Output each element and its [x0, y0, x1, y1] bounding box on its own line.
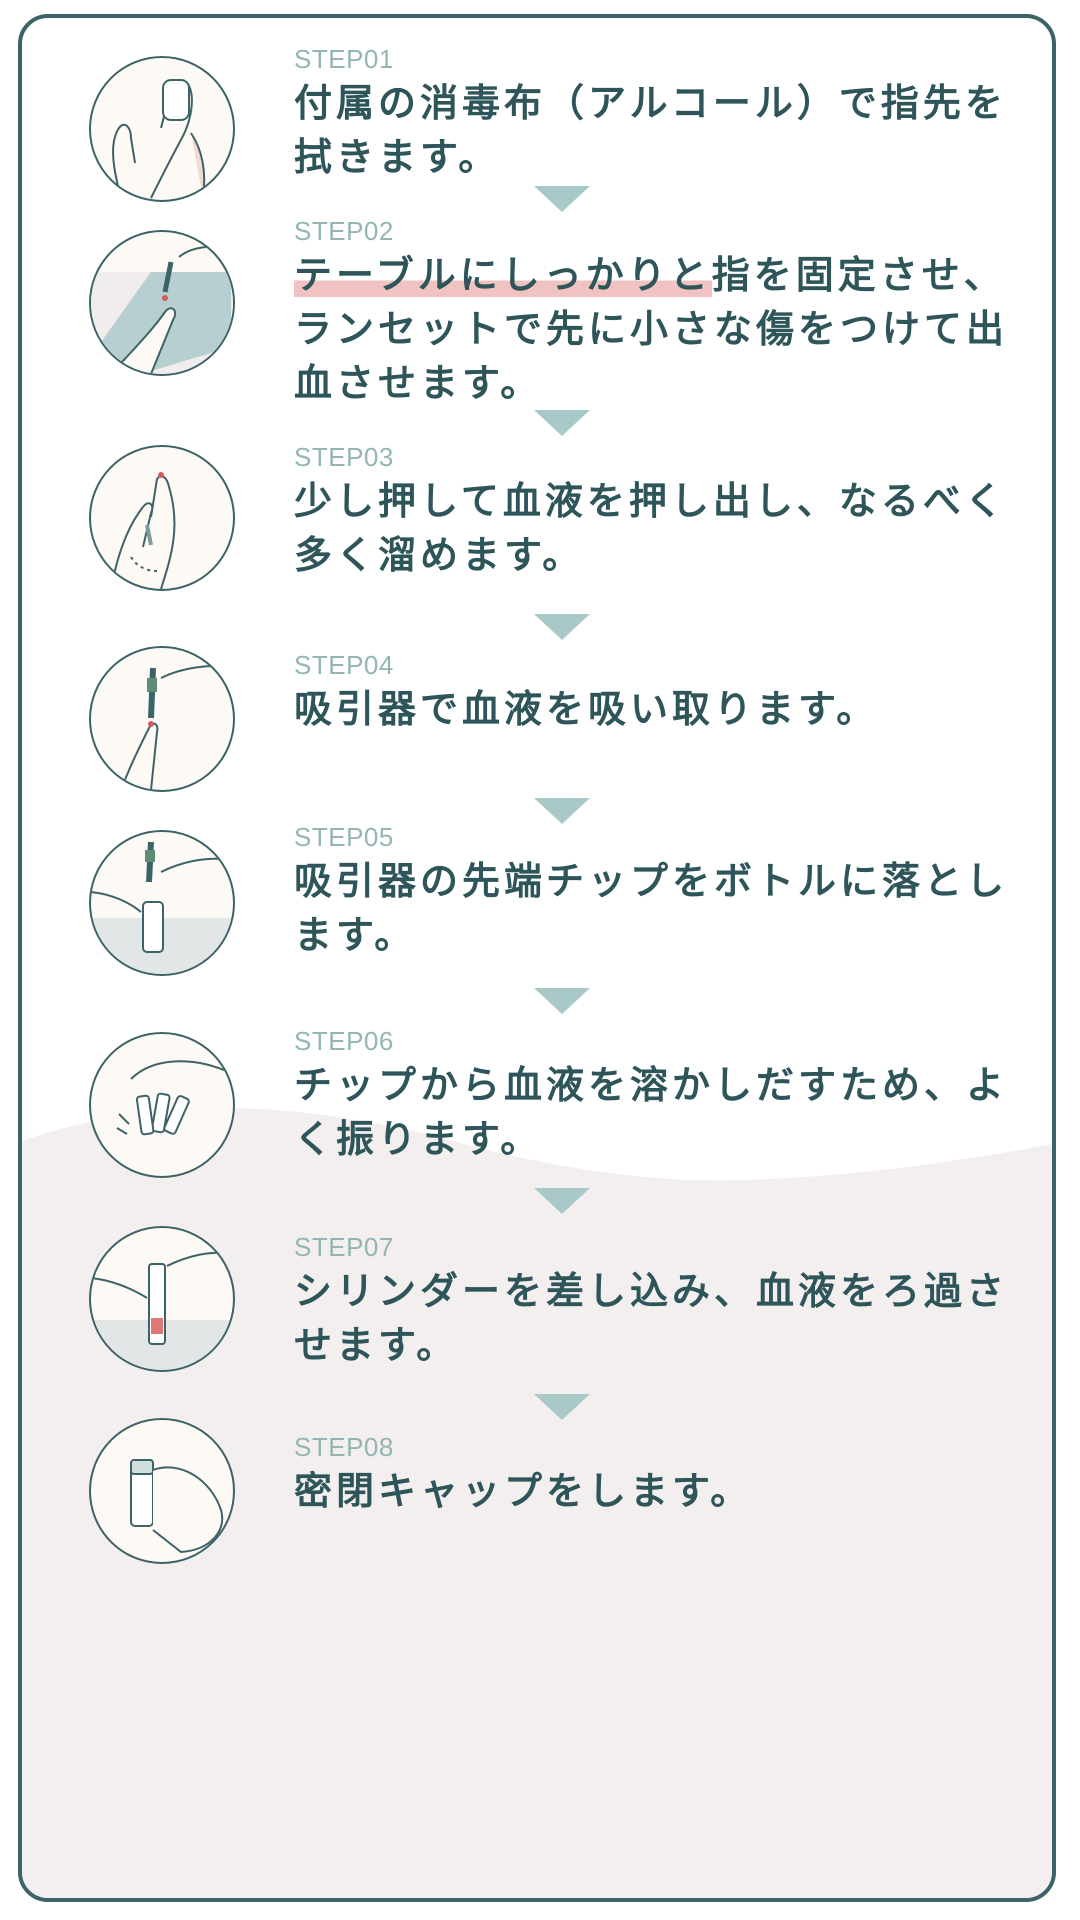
- step-label: STEP04: [294, 650, 394, 680]
- shake-bottle-icon: [89, 1032, 235, 1178]
- step-label: STEP08: [294, 1432, 394, 1462]
- step-label: STEP01: [294, 44, 394, 74]
- down-arrow-icon: [534, 186, 590, 212]
- step-text: 吸引器の先端チップをボトルに落とします。: [294, 859, 1009, 957]
- down-arrow-icon: [534, 1394, 590, 1420]
- cylinder-insert-icon: [89, 1226, 235, 1372]
- step-text: テーブルにしっかりと指を固定させ、ランセットで先に小さな傷をつけて出血させます。: [294, 248, 1034, 410]
- step-text: 付属の消毒布（アルコール）で指先を拭きます。: [294, 81, 1007, 179]
- step-text: 密閉キャップをします。: [294, 1469, 753, 1513]
- step-label: STEP02: [294, 216, 394, 246]
- step-label: STEP03: [294, 442, 394, 472]
- down-arrow-icon: [534, 798, 590, 824]
- hand-wipe-icon: [89, 56, 235, 202]
- finger-squeeze-icon: [89, 445, 235, 591]
- highlighted-phrase: テーブルにしっかりと: [294, 253, 712, 297]
- step-label: STEP07: [294, 1232, 394, 1262]
- down-arrow-icon: [534, 988, 590, 1014]
- step-text: チップから血液を溶かしだすため、よく振ります。: [294, 1063, 1009, 1161]
- down-arrow-icon: [534, 1188, 590, 1214]
- steps-card: STEP01 付属の消毒布（アルコール）で指先を拭きます。 STEP02 テーブ…: [18, 14, 1056, 1902]
- down-arrow-icon: [534, 410, 590, 436]
- step-label: STEP06: [294, 1026, 394, 1056]
- lancet-finger-icon: [89, 230, 235, 376]
- down-arrow-icon: [534, 614, 590, 640]
- step-text: 吸引器で血液を吸い取ります。: [294, 687, 879, 731]
- aspirator-draw-icon: [89, 646, 235, 792]
- step-text: 少し押して血液を押し出し、なるべく多く溜めます。: [294, 479, 1007, 577]
- cap-close-icon: [89, 1418, 235, 1564]
- tip-drop-bottle-icon: [89, 830, 235, 976]
- step-label: STEP05: [294, 822, 394, 852]
- step-text: シリンダーを差し込み、血液をろ過させます。: [294, 1269, 1009, 1367]
